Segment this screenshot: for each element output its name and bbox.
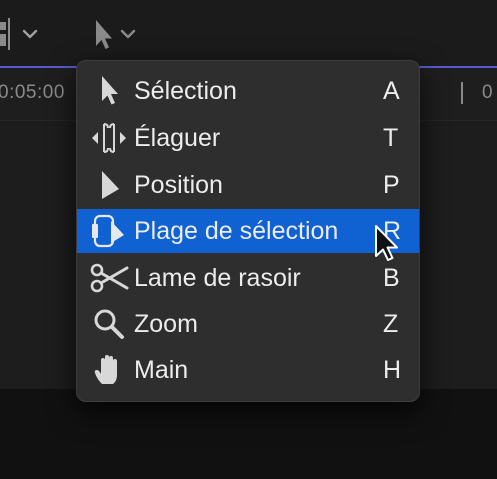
menu-item-label: Position bbox=[134, 170, 223, 199]
menu-item-label: Sélection bbox=[134, 76, 237, 105]
mouse-cursor-icon bbox=[375, 225, 398, 261]
playhead-tick bbox=[461, 82, 463, 104]
arrow-pointer-icon bbox=[89, 69, 129, 113]
menu-item-trim[interactable]: Élaguer T bbox=[77, 116, 419, 160]
position-icon bbox=[89, 163, 129, 207]
menu-item-selection[interactable]: Sélection A bbox=[77, 69, 419, 113]
menu-item-shortcut: A bbox=[383, 76, 400, 105]
menu-item-label: Lame de rasoir bbox=[134, 263, 301, 292]
zoom-icon bbox=[89, 302, 129, 346]
blade-icon bbox=[89, 256, 129, 300]
menu-item-shortcut: T bbox=[383, 123, 399, 152]
menu-item-shortcut: H bbox=[383, 355, 402, 384]
timecode-label: 0:05:00 bbox=[0, 82, 65, 103]
timecode-label-right: 0 bbox=[482, 82, 493, 103]
trim-icon bbox=[89, 116, 129, 160]
menu-item-hand[interactable]: Main H bbox=[77, 348, 419, 392]
menu-item-zoom[interactable]: Zoom Z bbox=[77, 302, 419, 346]
hand-icon bbox=[89, 348, 129, 392]
menu-item-shortcut: B bbox=[383, 263, 400, 292]
range-selection-icon bbox=[89, 209, 129, 253]
layout-menu-button[interactable] bbox=[0, 14, 48, 54]
chevron-down-icon bbox=[22, 29, 38, 39]
menu-item-label: Main bbox=[134, 355, 189, 384]
arrow-pointer-icon bbox=[96, 20, 112, 49]
menu-item-label: Élaguer bbox=[134, 123, 221, 152]
menu-item-label: Plage de sélection bbox=[134, 216, 339, 245]
menu-item-range-selection[interactable]: Plage de sélection R bbox=[77, 209, 419, 253]
menu-item-shortcut: Z bbox=[383, 309, 399, 338]
toolbar bbox=[0, 0, 497, 66]
menu-item-blade[interactable]: Lame de rasoir B bbox=[77, 256, 419, 300]
menu-item-shortcut: P bbox=[383, 170, 400, 199]
layout-icon bbox=[0, 18, 10, 50]
chevron-down-icon bbox=[120, 29, 136, 39]
tool-menu-button[interactable] bbox=[88, 14, 154, 54]
timeline-lower-area bbox=[0, 389, 497, 479]
menu-item-label: Zoom bbox=[134, 309, 198, 338]
menu-item-position[interactable]: Position P bbox=[77, 163, 419, 207]
tool-dropdown-menu: Sélection A Élaguer T Position P Plage d… bbox=[76, 60, 420, 402]
